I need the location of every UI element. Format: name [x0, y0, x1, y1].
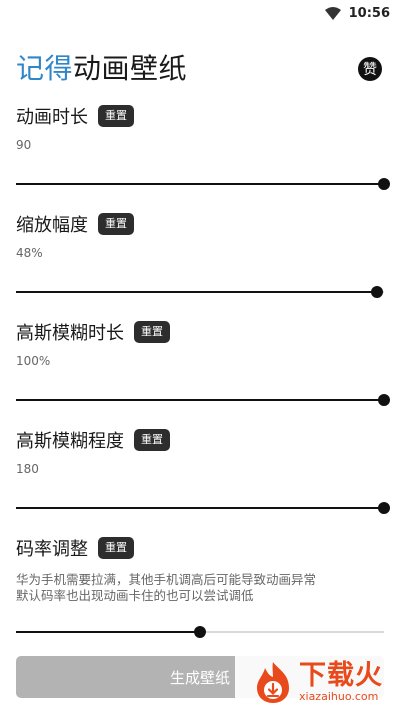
watermark-text: 下载火 xiazaihuo.com [299, 661, 383, 703]
status-bar: 10:56 [0, 0, 400, 26]
app-title-rest: 动画壁纸 [73, 52, 188, 85]
setting-value: 180 [16, 462, 39, 476]
animation-duration-slider[interactable] [16, 177, 390, 191]
slider-fill [16, 507, 384, 509]
slider-thumb[interactable] [370, 286, 383, 298]
setting-head: 缩放幅度 重置 [16, 212, 384, 236]
setting-head: 码率调整 重置 [16, 536, 384, 560]
app-title-accent: 记得 [16, 52, 74, 85]
setting-value: 90 [16, 138, 32, 152]
slider-thumb[interactable] [378, 178, 390, 190]
setting-blur-duration: 高斯模糊时长 重置 100% [16, 320, 384, 368]
setting-head: 动画时长 重置 [16, 104, 384, 128]
slider-thumb[interactable] [378, 502, 390, 514]
setting-label: 高斯模糊时长 [16, 323, 124, 344]
watermark: 下载火 xiazaihuo.com [235, 654, 400, 710]
blur-level-slider[interactable] [16, 501, 390, 515]
reset-zoom-amplitude-button[interactable]: 重置 [98, 213, 134, 235]
setting-blur-level: 高斯模糊程度 重置 180 [16, 428, 384, 476]
slider-fill [16, 631, 200, 633]
reset-animation-duration-button[interactable]: 重置 [98, 105, 134, 127]
reset-blur-duration-button[interactable]: 重置 [134, 321, 170, 343]
blur-duration-slider[interactable] [16, 393, 390, 407]
reset-blur-level-button[interactable]: 重置 [134, 429, 170, 451]
app-title: 记得动画壁纸 [16, 55, 187, 83]
watermark-url: xiazaihuo.com [299, 690, 379, 703]
flame-logo-icon [257, 662, 289, 703]
setting-value: 48% [16, 246, 43, 260]
slider-thumb[interactable] [194, 626, 206, 638]
settings-list[interactable]: 动画时长 重置 90 缩放幅度 重置 48% 高斯模糊时长 重置 100% 高斯… [0, 98, 400, 710]
wifi-icon [324, 6, 341, 20]
slider-fill [16, 399, 384, 401]
like-button[interactable]: 赞 [358, 57, 382, 81]
setting-description: 华为手机需要拉满，其他手机调高后可能导致动画异常 默认码率也出现动画卡住的也可以… [16, 572, 384, 604]
slider-thumb[interactable] [378, 394, 390, 406]
slider-fill [16, 183, 384, 185]
watermark-name: 下载火 [299, 660, 383, 691]
setting-zoom-amplitude: 缩放幅度 重置 48% [16, 212, 384, 260]
bitrate-slider[interactable] [16, 625, 384, 639]
setting-label: 缩放幅度 [16, 215, 88, 236]
reset-bitrate-button[interactable]: 重置 [98, 537, 134, 559]
app-screen: 10:56 记得动画壁纸 赞 动画时长 重置 90 缩放幅度 重置 48% 高斯… [0, 0, 400, 710]
setting-head: 高斯模糊程度 重置 [16, 428, 384, 452]
setting-label: 动画时长 [16, 107, 88, 128]
slider-fill [16, 291, 377, 293]
setting-bitrate: 码率调整 重置 华为手机需要拉满，其他手机调高后可能导致动画异常 默认码率也出现… [16, 536, 384, 604]
setting-animation-duration: 动画时长 重置 90 [16, 104, 384, 152]
app-header: 记得动画壁纸 赞 [0, 40, 400, 98]
description-line: 默认码率也出现动画卡住的也可以尝试调低 [16, 588, 254, 603]
description-line: 华为手机需要拉满，其他手机调高后可能导致动画异常 [16, 572, 317, 587]
status-time: 10:56 [348, 5, 390, 21]
setting-value: 100% [16, 354, 51, 368]
setting-head: 高斯模糊时长 重置 [16, 320, 384, 344]
setting-label: 码率调整 [16, 539, 88, 560]
zoom-amplitude-slider[interactable] [16, 285, 384, 299]
setting-label: 高斯模糊程度 [16, 431, 124, 452]
